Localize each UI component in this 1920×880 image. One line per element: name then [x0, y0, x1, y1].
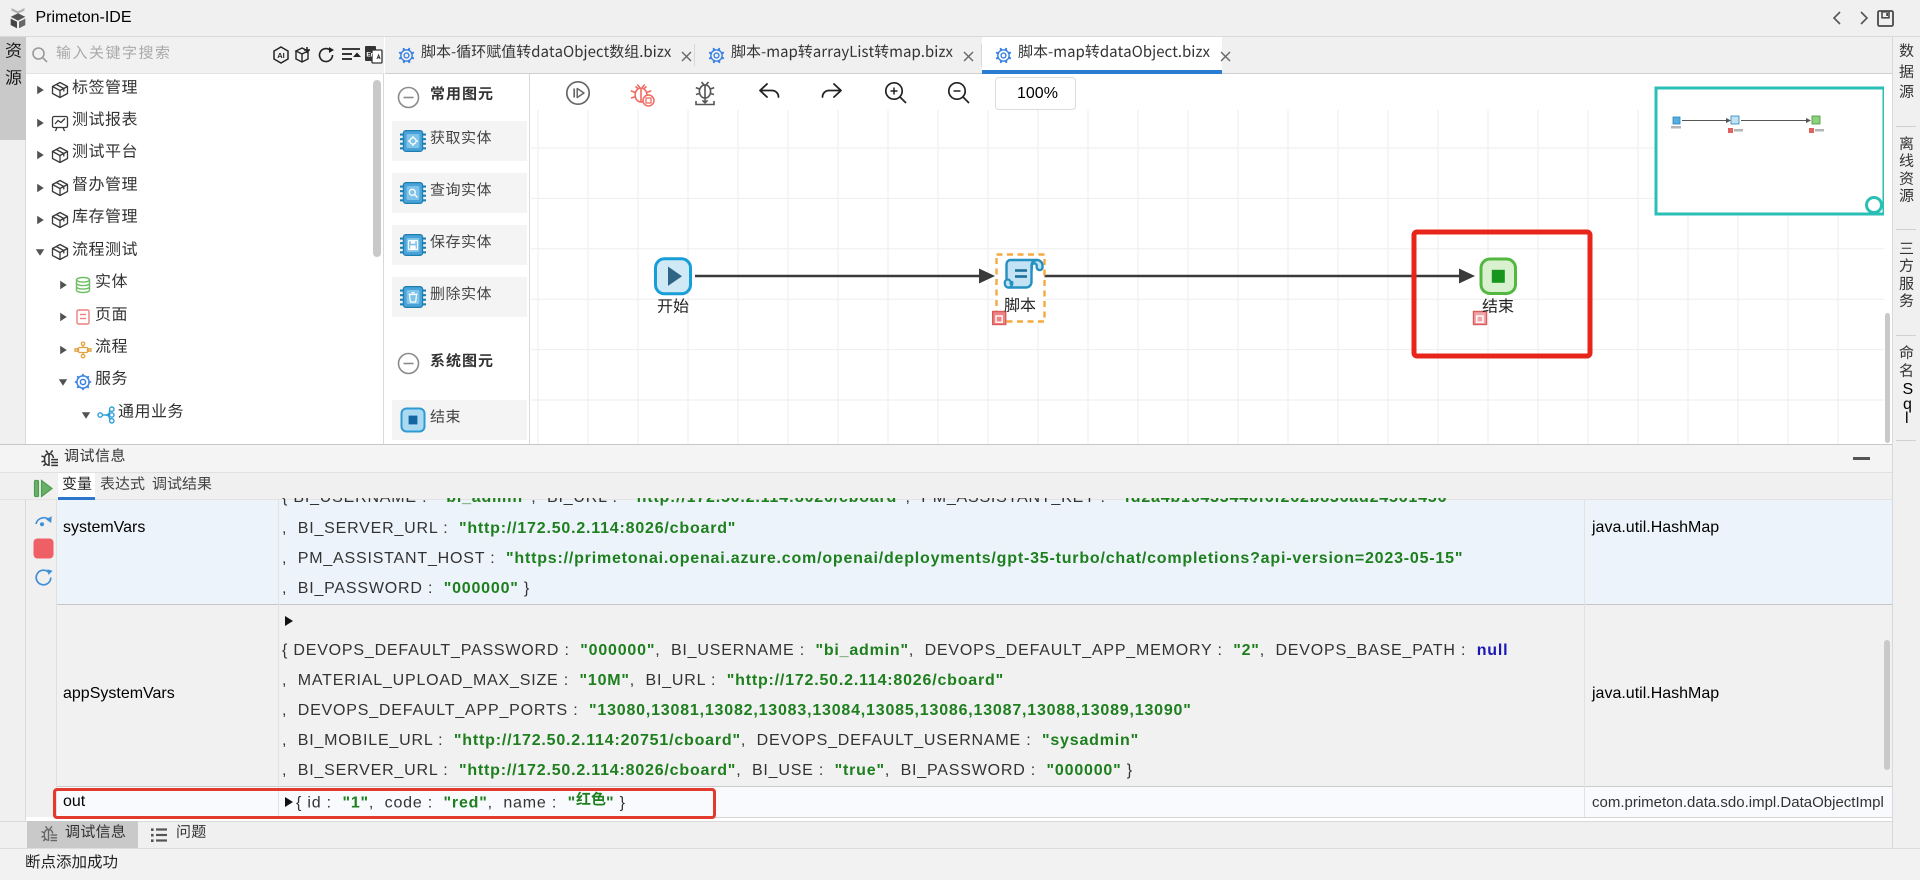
svg-text:En: En	[366, 52, 374, 59]
svg-text:AI: AI	[277, 51, 285, 60]
